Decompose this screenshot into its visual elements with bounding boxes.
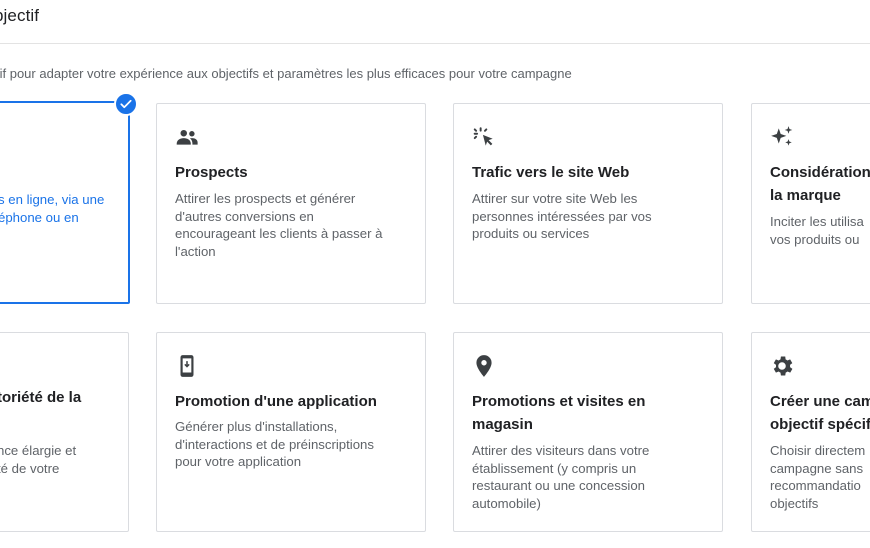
objective-card-prospects[interactable]: Prospects Attirer les prospects et génér… [156,103,426,304]
page-subtitle: tif pour adapter votre expérience aux ob… [0,66,572,81]
card-title: Trafic vers le site Web [472,164,630,181]
page-title: bjectif [0,6,40,25]
card-title: Promotion d'une application [175,393,377,410]
cursor-click-icon [471,124,499,152]
people-icon [174,124,202,152]
card-title: Promotions et visites en magasin [472,393,646,433]
card-description: Choisir directem campagne sans recommand… [770,443,866,511]
phone-icon [174,353,202,381]
objective-card-brand-awareness[interactable]: toriété de la nce élargie et té de votre [0,332,129,532]
location-pin-icon [471,353,499,381]
card-title: Considération la marque [770,164,870,204]
card-description: Générer plus d'installations, d'interact… [175,419,374,470]
sparkle-icon [769,124,797,152]
objective-card-no-objective[interactable]: Créer une cam objectif spécif Choisir di… [751,332,870,532]
card-description: Inciter les utilisa vos produits ou [770,214,864,247]
objective-card-store-visits[interactable]: Promotions et visites en magasin Attirer… [453,332,723,532]
card-description: Attirer les prospects et générer d'autre… [175,191,383,259]
gear-icon [769,353,797,381]
card-title: Prospects [175,164,248,181]
objective-card-website-traffic[interactable]: Trafic vers le site Web Attirer sur votr… [453,103,723,304]
objective-card-brand-consideration[interactable]: Considération la marque Inciter les util… [751,103,870,304]
header-divider [0,43,870,44]
card-title: Créer une cam objectif spécif [770,393,870,433]
card-description: Attirer sur votre site Web les personnes… [472,191,652,242]
objective-card-app-promotion[interactable]: Promotion d'une application Générer plus… [156,332,426,532]
selected-check-icon [114,92,138,116]
card-description: Attirer des visiteurs dans votre établis… [472,443,650,511]
objective-card-sales[interactable]: s en ligne, via une éphone ou en [0,101,130,304]
